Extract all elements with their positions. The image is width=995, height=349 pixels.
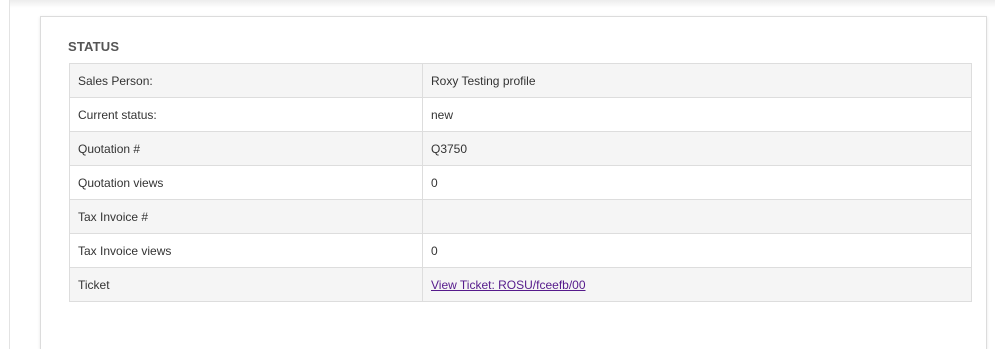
page: STATUS Sales Person: Roxy Testing profil… [0,0,995,349]
row-label: Tax Invoice # [69,199,423,234]
row-label: Quotation views [69,165,423,200]
table-row-tax-invoice-number: Tax Invoice # [69,199,972,234]
status-panel-title: STATUS [68,39,120,54]
row-label: Ticket [69,267,423,302]
view-ticket-link[interactable]: View Ticket: ROSU/fceefb/00 [431,278,586,292]
row-label: Tax Invoice views [69,233,423,268]
top-shadow [10,0,995,8]
row-value [422,199,972,234]
left-divider [9,0,10,349]
row-value: 0 [422,233,972,268]
table-row-quotation-number: Quotation # Q3750 [69,131,972,166]
table-row-sales-person: Sales Person: Roxy Testing profile [69,63,972,98]
row-value: new [422,97,972,132]
row-label: Sales Person: [69,63,423,98]
row-label: Current status: [69,97,423,132]
row-value: View Ticket: ROSU/fceefb/00 [422,267,972,302]
row-value: 0 [422,165,972,200]
table-row-quotation-views: Quotation views 0 [69,165,972,200]
table-row-current-status: Current status: new [69,97,972,132]
status-panel: STATUS Sales Person: Roxy Testing profil… [40,16,987,349]
row-label: Quotation # [69,131,423,166]
row-value: Roxy Testing profile [422,63,972,98]
row-value: Q3750 [422,131,972,166]
status-table: Sales Person: Roxy Testing profile Curre… [69,63,972,302]
table-row-tax-invoice-views: Tax Invoice views 0 [69,233,972,268]
table-row-ticket: Ticket View Ticket: ROSU/fceefb/00 [69,267,972,302]
